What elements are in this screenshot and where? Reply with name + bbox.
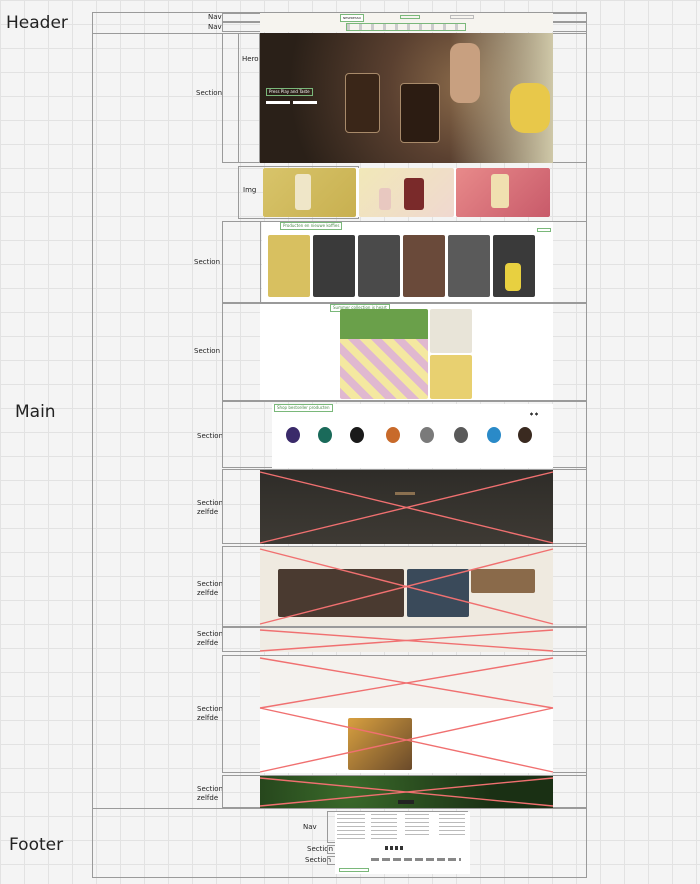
z2-screenshot — [260, 547, 553, 626]
header-category-icons — [346, 23, 466, 31]
z4-screenshot — [260, 656, 553, 773]
product-card-6-machine — [505, 263, 521, 291]
summer-screenshot: Summer collection is heart — [260, 304, 553, 400]
capsule-1 — [286, 427, 300, 443]
z5-screenshot — [260, 776, 553, 808]
img-card-2 — [359, 168, 454, 217]
z2-card-1 — [278, 569, 404, 617]
products-inner-line — [260, 221, 261, 303]
product-card-3 — [358, 235, 400, 297]
summer-side-image-1 — [430, 309, 472, 353]
hero-hand — [450, 43, 480, 103]
footer-screenshot — [335, 812, 470, 874]
summer-grass — [340, 309, 428, 339]
img-card-2-cup — [379, 188, 391, 210]
main-bottom-line — [92, 808, 587, 809]
hero-frame — [238, 33, 260, 163]
zone-label-main: Main — [15, 402, 56, 422]
z4-image — [348, 718, 412, 770]
bestseller-slider-dots[interactable] — [529, 412, 539, 416]
z4-top-band — [260, 656, 553, 708]
capsule-5 — [420, 427, 434, 443]
z1-screenshot — [260, 470, 553, 544]
img-card-1-cup — [295, 174, 311, 210]
hero-glass-2 — [400, 83, 440, 143]
hero-cta-2[interactable] — [293, 101, 317, 104]
section-label-z1: Section zelfde — [197, 499, 224, 516]
footer-col-1 — [337, 814, 365, 842]
products-screenshot: Producten en nieuwe koffies — [262, 222, 553, 302]
z3-screenshot — [260, 628, 553, 652]
bestseller-heading-tag: Shop bestseller producten — [274, 404, 333, 412]
z5-button — [398, 800, 414, 804]
header-account-box — [450, 15, 474, 19]
nav-label-2: Nav — [208, 23, 222, 31]
products-heading-tag: Producten en nieuwe koffies — [280, 222, 343, 230]
section-label-z5: Section zelfde — [197, 785, 224, 802]
capsule-7 — [487, 427, 501, 443]
section-label-z3: Section zelfde — [197, 630, 224, 647]
hero-glass-1 — [345, 73, 380, 133]
capsule-2 — [318, 427, 332, 443]
hero-label: Hero — [242, 55, 259, 63]
product-card-1 — [268, 235, 310, 297]
nav-label-1: Nav — [208, 13, 222, 21]
img-card-1 — [263, 168, 356, 217]
footer-col-4 — [439, 814, 465, 838]
product-card-6 — [493, 235, 535, 297]
section-label-hero: Section — [196, 89, 223, 97]
z2-card-3 — [471, 569, 535, 593]
logo-tag: NESPRESSO — [340, 14, 365, 22]
footer-col-3 — [405, 814, 429, 838]
footer-nav-label: Nav — [303, 823, 317, 831]
zone-label-footer: Footer — [9, 835, 64, 855]
header-nav-screenshot: NESPRESSO — [260, 13, 553, 32]
capsule-3 — [350, 427, 364, 443]
footer-payment-icons — [339, 868, 369, 872]
summer-main-image — [340, 309, 428, 399]
header-search-box — [400, 15, 420, 19]
hero-title-tag: Press Play and Taste — [266, 88, 313, 96]
capsule-8 — [518, 427, 532, 443]
img-label: Img — [243, 186, 257, 194]
product-card-5 — [448, 235, 490, 297]
section-label-z4: Section zelfde — [197, 705, 224, 722]
img-card-3-cup — [491, 174, 509, 208]
hero-radio — [510, 83, 550, 133]
z1-band — [395, 492, 415, 495]
section-label-summer: Section — [194, 347, 221, 355]
section-label-z2: Section zelfde — [197, 580, 224, 597]
section-label-bestsellers: Section — [197, 432, 224, 440]
z2-card-2 — [407, 569, 469, 617]
hero-screenshot: Press Play and Taste — [260, 33, 553, 163]
summer-side-image-2 — [430, 355, 472, 399]
section-label-products: Section — [194, 258, 221, 266]
footer-bottom-links[interactable] — [371, 858, 461, 861]
products-nav-button[interactable] — [537, 228, 551, 232]
footer-social-icons[interactable] — [385, 846, 403, 850]
bestseller-screenshot: Shop bestseller producten — [272, 404, 553, 468]
capsule-6 — [454, 427, 468, 443]
product-card-2 — [313, 235, 355, 297]
zone-label-header: Header — [6, 13, 68, 33]
hero-cta-1[interactable] — [266, 101, 290, 104]
img-card-3 — [456, 168, 550, 217]
footer-col-2 — [371, 814, 397, 842]
img-strip-screenshot — [263, 168, 550, 217]
capsule-4 — [386, 427, 400, 443]
img-card-2-pot — [404, 178, 424, 210]
product-card-4 — [403, 235, 445, 297]
